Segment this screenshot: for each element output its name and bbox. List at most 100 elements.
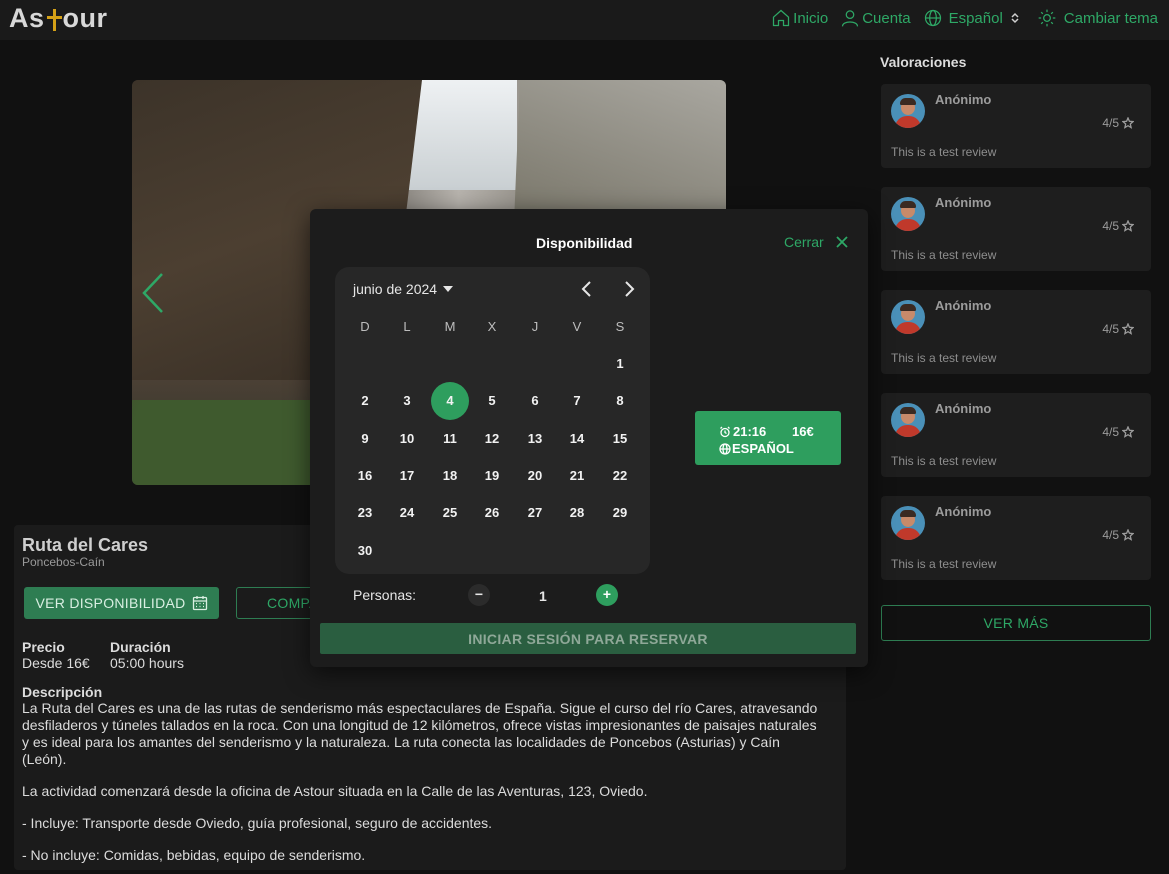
chevron-right-icon (625, 281, 635, 297)
nav-home[interactable]: Inicio (771, 8, 828, 28)
calendar: junio de 2024 D L M X J V S 1 2 3 4 5 6 7 8 9 10 11 12 13 14… (335, 267, 650, 574)
star-icon (1122, 529, 1134, 541)
weekday-header: D (360, 319, 370, 334)
alarm-clock-icon (720, 426, 730, 437)
tour-title: Ruta del Cares (22, 535, 149, 555)
home-icon (773, 9, 790, 27)
calendar-day[interactable]: 5 (473, 382, 511, 420)
description-label: Descripción (22, 684, 103, 700)
calendar-day[interactable]: 20 (516, 457, 554, 495)
review-score: 4/5 (1102, 322, 1134, 336)
tour-subtitle: Poncebos-Caín (22, 555, 105, 569)
calendar-day[interactable]: 23 (346, 494, 384, 532)
review-card: Anónimo 4/5 This is a test review (881, 187, 1151, 271)
close-icon (836, 236, 848, 248)
calendar-day[interactable]: 30 (346, 532, 384, 570)
carousel-prev-button[interactable] (138, 270, 168, 316)
see-more-button[interactable]: VER MÁS (881, 605, 1151, 641)
weekday-header: M (444, 319, 456, 334)
weekday-header: V (572, 319, 582, 334)
description-paragraph: La actividad comenzará desde la oficina … (22, 783, 648, 799)
avatar (891, 403, 925, 437)
calendar-day[interactable]: 25 (431, 494, 469, 532)
user-icon (842, 10, 859, 27)
logo-text-left: As (9, 3, 45, 33)
review-score-value: 4/5 (1102, 528, 1119, 542)
nav-account[interactable]: Cuenta (840, 8, 911, 28)
description-paragraph: La Ruta del Cares es una de las rutas de… (22, 700, 818, 767)
persons-decrement-button[interactable]: − (468, 584, 490, 606)
theme-toggle[interactable]: Cambiar tema (1037, 8, 1158, 28)
persons-label: Personas: (353, 587, 417, 603)
calendar-day[interactable]: 3 (388, 382, 426, 420)
calendar-day[interactable]: 1 (601, 345, 639, 383)
time-slot[interactable]: 21:16 16€ ESPAÑOL (695, 411, 841, 465)
star-icon (1122, 117, 1134, 129)
calendar-day[interactable]: 6 (516, 382, 554, 420)
calendar-day[interactable]: 16 (346, 457, 384, 495)
avatar (891, 94, 925, 128)
language-select[interactable]: Español (923, 8, 1021, 28)
calendar-day[interactable]: 2 (346, 382, 384, 420)
calendar-day-selected[interactable]: 4 (431, 382, 469, 420)
price-value: Desde 16€ (22, 655, 90, 671)
persons-count: 1 (539, 588, 547, 604)
review-author: Anónimo (935, 195, 992, 210)
calendar-day[interactable]: 19 (473, 457, 511, 495)
calendar-day[interactable]: 27 (516, 494, 554, 532)
theme-toggle-label: Cambiar tema (1063, 9, 1158, 27)
login-to-book-button[interactable]: INICIAR SESIÓN PARA RESERVAR (320, 623, 856, 654)
calendar-day[interactable]: 13 (516, 420, 554, 458)
chevron-left-icon (142, 273, 163, 313)
persons-increment-button[interactable]: + (596, 584, 618, 606)
review-author: Anónimo (935, 401, 992, 416)
review-score: 4/5 (1102, 116, 1134, 130)
slot-language: ESPAÑOL (732, 441, 794, 456)
month-select[interactable]: junio de 2024 (353, 281, 454, 297)
cross-icon (46, 7, 62, 31)
calendar-day[interactable]: 8 (601, 382, 639, 420)
slot-time-row: 21:16 (719, 424, 766, 439)
duration-value: 05:00 hours (110, 655, 184, 671)
calendar-day[interactable]: 22 (601, 457, 639, 495)
calendar-day[interactable]: 12 (473, 420, 511, 458)
globe-icon (924, 9, 941, 27)
price-label: Precio (22, 639, 65, 655)
calendar-day[interactable]: 7 (558, 382, 596, 420)
availability-button[interactable]: VER DISPONIBILIDAD (24, 587, 219, 619)
weekday-header: L (403, 319, 411, 334)
review-card: Anónimo 4/5 This is a test review (881, 393, 1151, 477)
main-nav: Inicio Cuenta Español Cambiar tema (759, 8, 1158, 28)
globe-icon (719, 442, 731, 455)
calendar-day[interactable]: 14 (558, 420, 596, 458)
next-month-button[interactable] (619, 279, 639, 299)
review-score-value: 4/5 (1102, 425, 1119, 439)
calendar-day[interactable]: 29 (601, 494, 639, 532)
star-icon (1122, 220, 1134, 232)
slot-language-row: ESPAÑOL (719, 441, 794, 456)
reviews-title: Valoraciones (880, 54, 967, 70)
duration-label: Duración (110, 639, 171, 655)
calendar-day[interactable]: 17 (388, 457, 426, 495)
calendar-day[interactable]: 18 (431, 457, 469, 495)
calendar-day[interactable]: 28 (558, 494, 596, 532)
review-author: Anónimo (935, 298, 992, 313)
calendar-day[interactable]: 26 (473, 494, 511, 532)
logo[interactable]: As our (9, 3, 108, 34)
availability-modal: Disponibilidad Cerrar junio de 2024 D L M X… (310, 209, 868, 667)
prev-month-button[interactable] (577, 279, 597, 299)
description-text: La Ruta del Cares es una de las rutas de… (22, 700, 822, 874)
calendar-day[interactable]: 21 (558, 457, 596, 495)
star-icon (1122, 323, 1134, 335)
calendar-day[interactable]: 24 (388, 494, 426, 532)
calendar-day[interactable]: 15 (601, 420, 639, 458)
calendar-day[interactable]: 10 (388, 420, 426, 458)
month-label: junio de 2024 (353, 281, 438, 297)
review-card: Anónimo 4/5 This is a test review (881, 496, 1151, 580)
nav-home-label: Inicio (793, 9, 829, 27)
calendar-day[interactable]: 9 (346, 420, 384, 458)
close-button[interactable]: Cerrar (784, 234, 848, 250)
top-bar: As our Inicio Cuenta Español Cambiar tema (0, 0, 1169, 40)
weekday-header: S (615, 319, 625, 334)
calendar-day[interactable]: 11 (431, 420, 469, 458)
